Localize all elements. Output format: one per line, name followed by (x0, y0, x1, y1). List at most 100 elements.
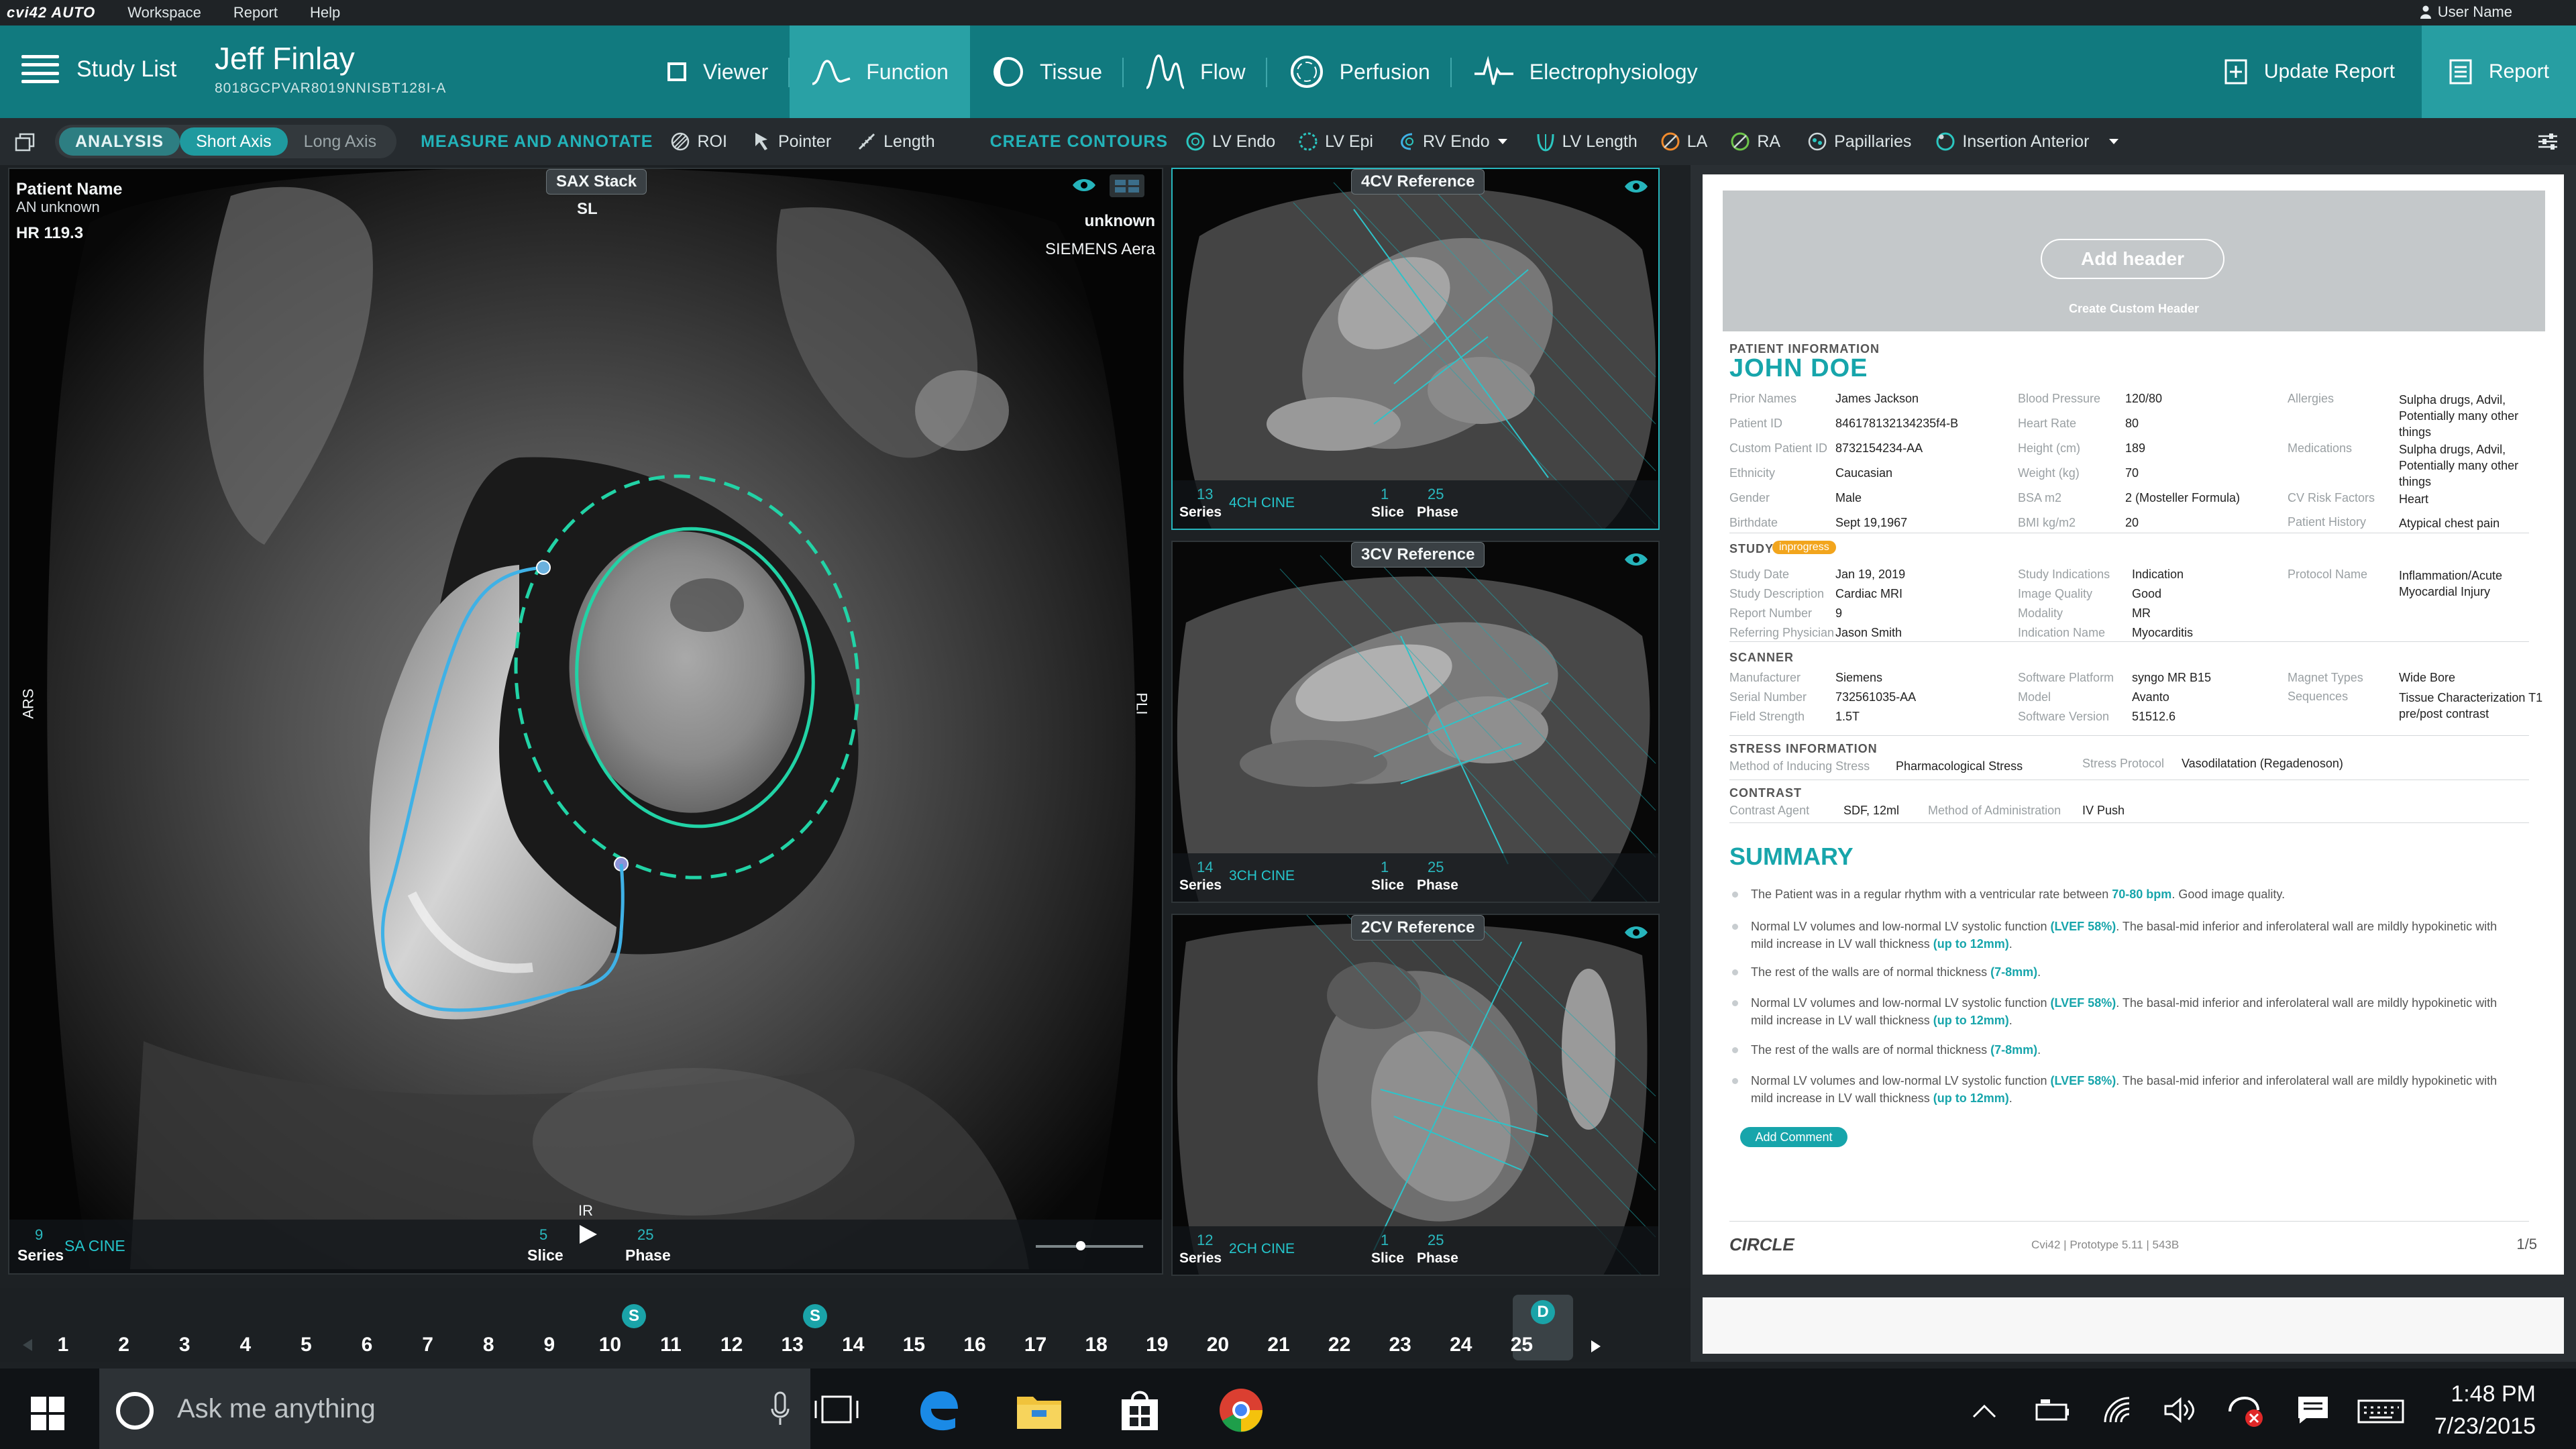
phase-number-24[interactable]: 24 (1441, 1334, 1481, 1356)
phase-number-20[interactable]: 20 (1197, 1334, 1238, 1356)
volume-icon[interactable] (2164, 1397, 2198, 1424)
la-tool[interactable]: LA (1660, 131, 1707, 152)
chevron-down-icon[interactable] (1497, 138, 1509, 146)
phase-number-6[interactable]: 6 (347, 1334, 387, 1356)
eye-icon[interactable] (1071, 177, 1097, 193)
edge-browser-icon[interactable] (916, 1389, 959, 1432)
phase-number-22[interactable]: 22 (1320, 1334, 1360, 1356)
summary-item-0[interactable]: The Patient was in a regular rhythm with… (1751, 885, 2516, 903)
action-center-icon[interactable] (2297, 1395, 2329, 1425)
file-explorer-icon[interactable] (1016, 1390, 1063, 1430)
study-list-button[interactable]: Study List (21, 55, 176, 83)
add-comment-button[interactable]: Add Comment (1740, 1127, 1847, 1147)
update-report-button[interactable]: Update Report (2197, 25, 2422, 118)
rv-endo-tool[interactable]: RV Endo (1396, 131, 1509, 152)
store-icon[interactable] (1118, 1389, 1162, 1432)
phase-number-1[interactable]: 1 (43, 1334, 83, 1356)
eye-icon[interactable] (1623, 924, 1649, 941)
papillaries-tool[interactable]: Papillaries (1807, 131, 1911, 152)
summary-item-3[interactable]: Normal LV volumes and low-normal LV syst… (1751, 994, 2516, 1029)
tab-tissue[interactable]: Tissue (970, 25, 1124, 118)
tab-perfusion[interactable]: Perfusion (1267, 25, 1452, 118)
sax-viewport[interactable]: Patient Name AN unknown HR 119.3 SAX Sta… (8, 168, 1163, 1275)
phase-number-11[interactable]: 11 (651, 1334, 691, 1356)
phase-number-4[interactable]: 4 (225, 1334, 266, 1356)
wifi-icon[interactable] (2102, 1395, 2132, 1425)
windows-copy-icon[interactable] (15, 133, 35, 152)
phase-number-2[interactable]: 2 (104, 1334, 144, 1356)
chevron-down-icon[interactable] (2108, 138, 2120, 146)
microphone-icon[interactable] (770, 1391, 790, 1426)
cine-speed-slider-thumb[interactable] (1076, 1241, 1085, 1250)
create-custom-header-link[interactable]: Create Custom Header (1723, 302, 2545, 316)
phase-number-16[interactable]: 16 (955, 1334, 995, 1356)
summary-item-1[interactable]: Normal LV volumes and low-normal LV syst… (1751, 918, 2516, 953)
3cv-series-name[interactable]: 3CH CINE (1229, 868, 1295, 884)
play-icon[interactable] (578, 1224, 598, 1245)
phase-number-25[interactable]: 25 (1501, 1334, 1542, 1356)
2cv-reference-viewport[interactable]: 2CV Reference 12 Series 2CH CINE 1 Slice… (1171, 914, 1660, 1276)
phase-number-7[interactable]: 7 (408, 1334, 448, 1356)
phase-number-5[interactable]: 5 (286, 1334, 326, 1356)
lv-length-tool[interactable]: LV Length (1536, 131, 1638, 152)
eye-icon[interactable] (1623, 178, 1649, 195)
systole-marker-2[interactable]: S (803, 1304, 827, 1328)
phase-number-3[interactable]: 3 (164, 1334, 205, 1356)
lv-epi-tool[interactable]: LV Epi (1298, 131, 1373, 152)
phase-number-18[interactable]: 18 (1076, 1334, 1116, 1356)
cortana-search-box[interactable]: Ask me anything (99, 1368, 810, 1449)
battery-icon[interactable] (2035, 1398, 2070, 1422)
phase-number-21[interactable]: 21 (1258, 1334, 1299, 1356)
tab-viewer[interactable]: Viewer (644, 25, 790, 118)
tab-function[interactable]: Function (790, 25, 970, 118)
summary-item-5[interactable]: Normal LV volumes and low-normal LV syst… (1751, 1072, 2516, 1107)
system-clock[interactable]: 1:48 PM 7/23/2015 (2434, 1378, 2536, 1442)
pointer-tool[interactable]: Pointer (753, 131, 831, 152)
insertion-anterior-tool[interactable]: Insertion Anterior (1935, 131, 2120, 152)
lv-endo-tool[interactable]: LV Endo (1185, 131, 1275, 152)
task-view-icon[interactable] (814, 1393, 859, 1426)
layout-grid-icon[interactable] (1110, 174, 1144, 197)
show-hidden-icons-icon[interactable] (1972, 1403, 1996, 1418)
timeline-next-icon[interactable] (1590, 1339, 1602, 1354)
long-axis-toggle[interactable]: Long Axis (288, 127, 392, 156)
phase-number-15[interactable]: 15 (894, 1334, 934, 1356)
network-error-icon[interactable] (2227, 1394, 2265, 1428)
menu-help[interactable]: Help (310, 4, 340, 21)
systole-marker-1[interactable]: S (622, 1304, 646, 1328)
ra-tool[interactable]: RA (1730, 131, 1780, 152)
windows-start-icon[interactable] (31, 1397, 64, 1430)
phase-number-8[interactable]: 8 (468, 1334, 508, 1356)
phase-number-13[interactable]: 13 (772, 1334, 812, 1356)
phase-number-14[interactable]: 14 (833, 1334, 873, 1356)
report-button[interactable]: Report (2421, 25, 2576, 118)
user-menu[interactable]: User Name (2420, 3, 2512, 21)
phase-number-23[interactable]: 23 (1380, 1334, 1420, 1356)
tab-electrophysiology[interactable]: Electrophysiology (1452, 25, 1719, 118)
4cv-series-name[interactable]: 4CH CINE (1229, 495, 1295, 511)
add-header-button[interactable]: Add header (2041, 239, 2224, 279)
diastole-marker[interactable]: D (1531, 1300, 1555, 1324)
phase-number-12[interactable]: 12 (712, 1334, 752, 1356)
4cv-reference-viewport[interactable]: 4CV Reference 13 Series 4CH CINE 1 Slice… (1171, 168, 1660, 530)
eye-icon[interactable] (1623, 551, 1649, 568)
phase-number-19[interactable]: 19 (1137, 1334, 1177, 1356)
roi-tool[interactable]: ROI (670, 131, 727, 152)
phase-number-17[interactable]: 17 (1016, 1334, 1056, 1356)
short-axis-toggle[interactable]: Short Axis (180, 127, 288, 156)
touch-keyboard-icon[interactable] (2357, 1399, 2404, 1424)
menu-report[interactable]: Report (233, 4, 278, 21)
tab-flow[interactable]: Flow (1124, 25, 1267, 118)
phase-number-10[interactable]: 10 (590, 1334, 630, 1356)
phase-number-9[interactable]: 9 (529, 1334, 570, 1356)
series-name[interactable]: SA CINE (64, 1237, 125, 1255)
summary-item-2[interactable]: The rest of the walls are of normal thic… (1751, 963, 2516, 981)
length-tool[interactable]: Length (857, 131, 935, 152)
settings-sliders-icon[interactable] (2537, 133, 2559, 150)
chrome-browser-icon[interactable] (1218, 1387, 1264, 1433)
timeline-prev-icon[interactable] (21, 1338, 34, 1352)
menu-workspace[interactable]: Workspace (127, 4, 201, 21)
2cv-series-name[interactable]: 2CH CINE (1229, 1241, 1295, 1257)
cine-speed-slider[interactable] (1036, 1245, 1143, 1248)
3cv-reference-viewport[interactable]: 3CV Reference 14 Series 3CH CINE 1 Slice… (1171, 541, 1660, 903)
